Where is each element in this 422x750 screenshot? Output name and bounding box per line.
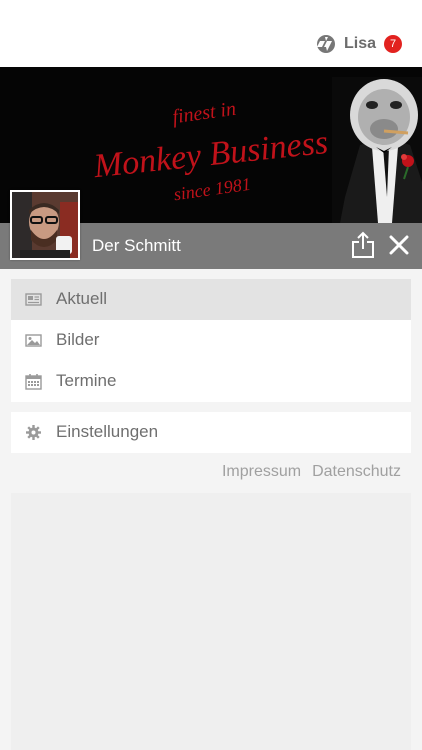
top-bar: Lisa 7 bbox=[0, 0, 422, 67]
monkey-illustration bbox=[332, 77, 422, 223]
settings-menu: Einstellungen bbox=[11, 412, 411, 453]
datenschutz-link[interactable]: Datenschutz bbox=[312, 463, 401, 481]
user-account-area[interactable]: Lisa 7 bbox=[316, 32, 402, 56]
image-icon bbox=[25, 334, 42, 347]
menu-item-label: Termine bbox=[56, 371, 117, 390]
menu-item-label: Bilder bbox=[56, 330, 100, 349]
share-icon[interactable] bbox=[350, 231, 376, 259]
newspaper-icon bbox=[25, 293, 42, 306]
menu-item-bilder[interactable]: Bilder bbox=[11, 320, 411, 361]
menu-item-label: Aktuell bbox=[56, 289, 108, 308]
notification-badge[interactable]: 7 bbox=[384, 35, 402, 53]
calendar-icon bbox=[25, 374, 42, 390]
menu-item-label: Einstellungen bbox=[56, 422, 159, 441]
menu-item-einstellungen[interactable]: Einstellungen bbox=[11, 412, 411, 453]
impressum-link[interactable]: Impressum bbox=[222, 463, 301, 481]
profile-name: Der Schmitt bbox=[92, 236, 181, 255]
content-area bbox=[11, 493, 411, 750]
footer-links: Impressum Datenschutz bbox=[222, 463, 401, 481]
close-icon[interactable] bbox=[388, 234, 410, 256]
avatar-photo bbox=[12, 192, 78, 258]
user-name[interactable]: Lisa bbox=[344, 35, 376, 53]
gear-icon bbox=[26, 425, 41, 440]
app-logo-icon bbox=[316, 35, 335, 53]
menu-item-termine[interactable]: Termine bbox=[11, 361, 411, 402]
menu-item-aktuell[interactable]: Aktuell bbox=[11, 279, 411, 320]
main-menu: Aktuell Bilder Termine bbox=[11, 279, 411, 402]
avatar[interactable] bbox=[10, 190, 80, 260]
